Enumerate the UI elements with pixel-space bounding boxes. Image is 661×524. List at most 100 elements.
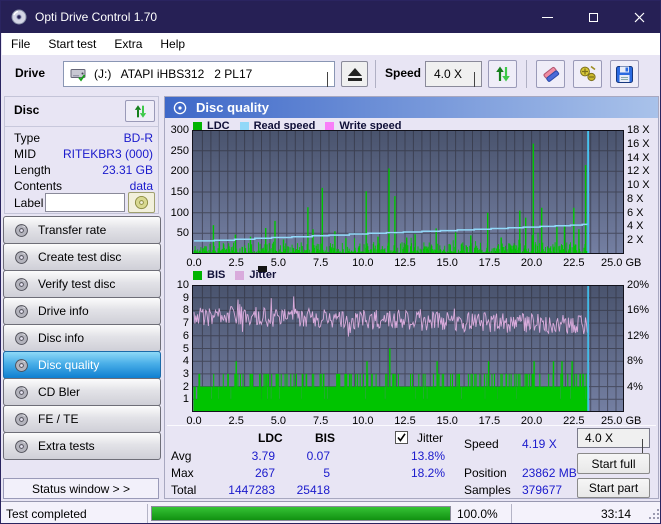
axis-tick-label: 12% [627, 329, 650, 342]
axis-tick-label: 25.0 GB [601, 257, 642, 269]
chevron-down-icon [327, 72, 328, 87]
axis-tick-label: 0.0 [186, 257, 202, 269]
sidebar-item-transfer-rate[interactable]: Transfer rate [3, 216, 161, 244]
minimize-button[interactable] [524, 1, 570, 33]
start-part-button[interactable]: Start part [577, 478, 650, 498]
sidebar-item-label: FE / TE [38, 412, 79, 426]
total-ldc-value: 1447283 [228, 483, 275, 497]
sidebar-item-label: Disc quality [38, 358, 100, 372]
refresh-icon [134, 104, 146, 118]
position-stat-value: 23862 MB [522, 466, 577, 480]
test-speed-value: 4.0 X [585, 431, 614, 445]
sidebar: Disc Type BD-R MID RITEKBR3 (000) Length 23… [1, 92, 162, 501]
eject-button[interactable] [341, 61, 368, 87]
jitter-checkbox-label: Jitter [417, 431, 444, 445]
start-full-button[interactable]: Start full [577, 453, 650, 474]
axis-tick-label: 8 X [627, 192, 644, 205]
axis-tick-label: 12.5 [394, 257, 416, 269]
sidebar-item-disc-info[interactable]: Disc info [3, 324, 161, 352]
drive-label: Drive [15, 66, 46, 80]
disc-refresh-button[interactable] [125, 100, 155, 122]
axis-tick-label: 50 [176, 227, 189, 240]
axis-tick-label: 10.0 [352, 257, 374, 269]
save-icon [616, 65, 633, 83]
save-button[interactable] [610, 60, 639, 88]
menu-start-test[interactable]: Start test [39, 33, 105, 55]
samples-stat-label: Samples [464, 483, 511, 497]
progress-fill [152, 507, 450, 520]
jitter-checkbox[interactable] [395, 431, 408, 444]
sidebar-item-disc-quality[interactable]: Disc quality [3, 351, 161, 379]
axis-tick-label: 6 [182, 329, 189, 342]
bis-legend-label: BIS [207, 269, 226, 281]
axis-tick-label: 150 [170, 186, 189, 198]
divider [167, 425, 656, 426]
label-input[interactable] [45, 193, 125, 212]
axis-tick-label: 20% [627, 279, 650, 291]
axis-tick-label: 8% [627, 355, 643, 368]
total-row-label: Total [171, 483, 197, 497]
tools-button[interactable] [573, 60, 602, 88]
titlebar: Opti Drive Control 1.70 [1, 1, 660, 33]
speed-label: Speed [385, 66, 422, 80]
axis-tick-label: 10 [176, 279, 189, 291]
axis-tick-label: 10 X [627, 179, 650, 192]
axis-tick-label: 2 [182, 380, 189, 393]
chevron-down-icon [474, 72, 475, 87]
sidebar-item-label: CD Bler [38, 385, 81, 399]
disc-panel: Disc Type BD-R MID RITEKBR3 (000) Length 23… [4, 96, 159, 214]
speed-select[interactable]: 4.0 X [425, 61, 482, 87]
status-window-button[interactable]: Status window > > [3, 478, 159, 499]
menu-file[interactable]: File [2, 33, 39, 55]
drive-select[interactable]: (J:) ATAPI iHBS312 2 PL17 [63, 61, 335, 87]
axis-tick-label: 15.0 [436, 257, 458, 269]
sidebar-item-extra-tests[interactable]: Extra tests [3, 432, 161, 460]
sidebar-item-label: Extra tests [38, 439, 95, 453]
disc-panel-title: Disc [14, 103, 40, 117]
cd-icon [15, 223, 28, 237]
label-disc-button[interactable] [128, 192, 155, 213]
close-button[interactable] [616, 1, 660, 33]
resize-grip-icon[interactable] [649, 509, 660, 523]
axis-tick-label: 16 X [627, 137, 650, 150]
cd-icon [15, 250, 28, 264]
refresh-button[interactable] [488, 60, 517, 88]
max-bis-value: 5 [323, 466, 330, 480]
statusbar-separator [511, 504, 512, 523]
axis-tick-label: 17.5 [478, 257, 501, 269]
avg-bis-value: 0.07 [306, 449, 330, 463]
disc-quality-icon [173, 101, 187, 115]
speed-stat-label: Speed [464, 437, 499, 451]
sidebar-item-fe-te[interactable]: FE / TE [3, 405, 161, 433]
toolbar-separator [375, 60, 376, 88]
axis-tick-label: 22.5 [563, 257, 585, 269]
drive-icon [70, 66, 87, 82]
sidebar-item-cd-bler[interactable]: CD Bler [3, 378, 161, 406]
sidebar-item-label: Transfer rate [38, 223, 107, 237]
sidebar-item-label: Verify test disc [38, 277, 116, 291]
bis-jitter-chart [192, 285, 624, 412]
maximize-button[interactable] [570, 1, 616, 33]
main-panel: Disc quality LDC Read speed Write speed … [164, 96, 659, 499]
menu-help[interactable]: Help [151, 33, 194, 55]
sidebar-item-create-test-disc[interactable]: Create test disc [3, 243, 161, 271]
avg-jitter-value: 13.8% [410, 449, 445, 463]
sidebar-item-verify-test-disc[interactable]: Verify test disc [3, 270, 161, 298]
menu-extra[interactable]: Extra [105, 33, 151, 55]
window-title: Opti Drive Control 1.70 [35, 10, 158, 24]
test-speed-select[interactable]: 4.0 X [577, 428, 650, 454]
sidebar-item-drive-info[interactable]: Drive info [3, 297, 161, 325]
close-icon [634, 12, 644, 22]
toolbar: Drive (J:) ATAPI iHBS312 2 PL17 Speed 4.… [1, 55, 660, 92]
axis-tick-label: 4 X [627, 220, 644, 233]
axis-tick-label: 14 X [627, 151, 650, 164]
minimize-icon [541, 16, 553, 18]
sidebar-item-label: Create test disc [38, 250, 122, 264]
axis-tick-label: 5 [182, 342, 189, 355]
app-icon [11, 9, 27, 25]
maximize-icon [588, 12, 598, 22]
check-icon [397, 433, 406, 442]
axis-tick-label: 200 [170, 165, 189, 178]
erase-button[interactable] [536, 60, 565, 88]
axis-tick-label: 2 X [627, 234, 644, 247]
